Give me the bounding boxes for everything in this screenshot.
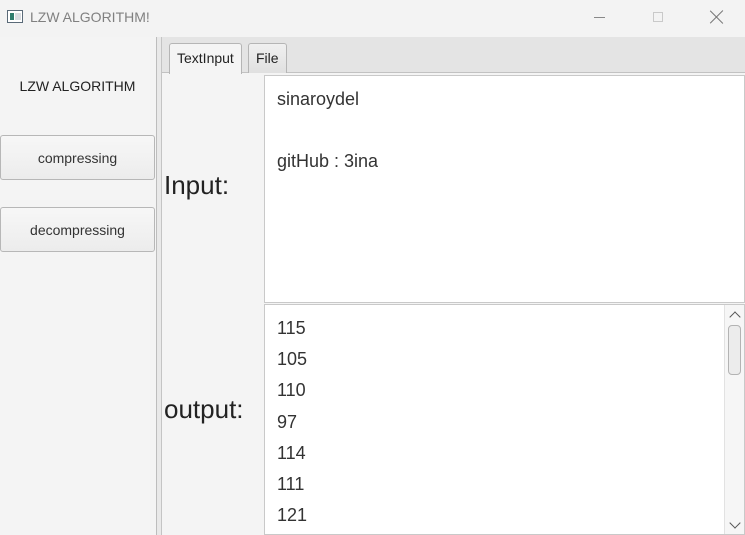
minimize-button[interactable]	[570, 0, 628, 34]
scroll-thumb[interactable]	[728, 325, 741, 375]
list-item: 97	[277, 411, 298, 432]
input-label: Input:	[164, 170, 230, 200]
tab-textinput[interactable]: TextInput	[169, 43, 242, 74]
compress-button[interactable]: compressing	[0, 135, 155, 180]
window-title: LZW ALGORITHM!	[30, 9, 150, 25]
list-item: 121	[277, 505, 308, 526]
decompress-button[interactable]: decompressing	[0, 207, 155, 252]
title-bar: LZW ALGORITHM!	[0, 0, 745, 36]
scroll-up-icon[interactable]	[729, 309, 741, 323]
sidebar: LZW ALGORITHM compressing decompressing	[0, 37, 157, 535]
sidebar-title: LZW ALGORITHM	[19, 78, 136, 94]
output-values: 115 105 110 97 114 111 121	[277, 313, 307, 531]
tab-bar: TextInput File	[162, 37, 745, 74]
maximize-icon	[653, 12, 663, 22]
output-label: output:	[164, 394, 244, 424]
output-list[interactable]: 115 105 110 97 114 111 121	[264, 304, 745, 535]
main-panel: TextInput File Input: sinaroydel gitHub …	[162, 37, 745, 535]
close-button[interactable]	[688, 0, 745, 34]
scroll-down-icon[interactable]	[729, 517, 741, 530]
list-item: 110	[277, 380, 306, 401]
list-item: 115	[277, 318, 306, 338]
list-item: 111	[277, 473, 305, 494]
maximize-button[interactable]	[629, 0, 687, 34]
list-item: 114	[277, 442, 306, 463]
tab-file[interactable]: File	[248, 43, 287, 73]
input-textarea[interactable]: sinaroydel gitHub : 3ina	[264, 75, 745, 303]
close-icon	[710, 10, 724, 24]
app-icon	[7, 10, 23, 23]
list-item: 105	[277, 349, 308, 370]
output-scrollbar[interactable]	[724, 305, 744, 534]
minimize-icon	[593, 16, 605, 18]
